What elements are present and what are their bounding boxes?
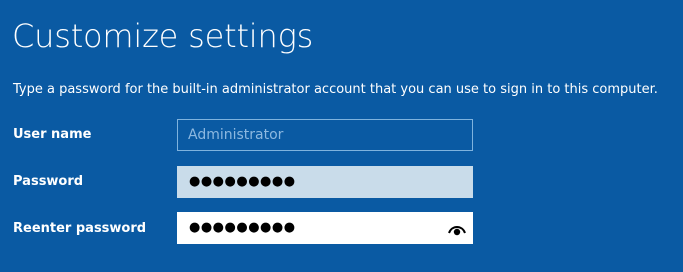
password-label: Password <box>13 174 84 189</box>
username-value: Administrator <box>188 127 284 143</box>
reenter-password-masked-value: ●●●●●●●●● <box>189 220 296 235</box>
eye-icon[interactable] <box>448 221 466 236</box>
username-label: User name <box>13 127 92 142</box>
reenter-password-field[interactable]: ●●●●●●●●● <box>177 212 473 244</box>
password-masked-value: ●●●●●●●●● <box>189 174 296 189</box>
username-field[interactable]: Administrator <box>177 119 473 151</box>
reenter-password-label: Reenter password <box>13 221 147 236</box>
password-field[interactable]: ●●●●●●●●● <box>177 166 473 198</box>
instruction-text: Type a password for the built-in adminis… <box>13 82 658 97</box>
page-title: Customize settings <box>12 17 314 55</box>
